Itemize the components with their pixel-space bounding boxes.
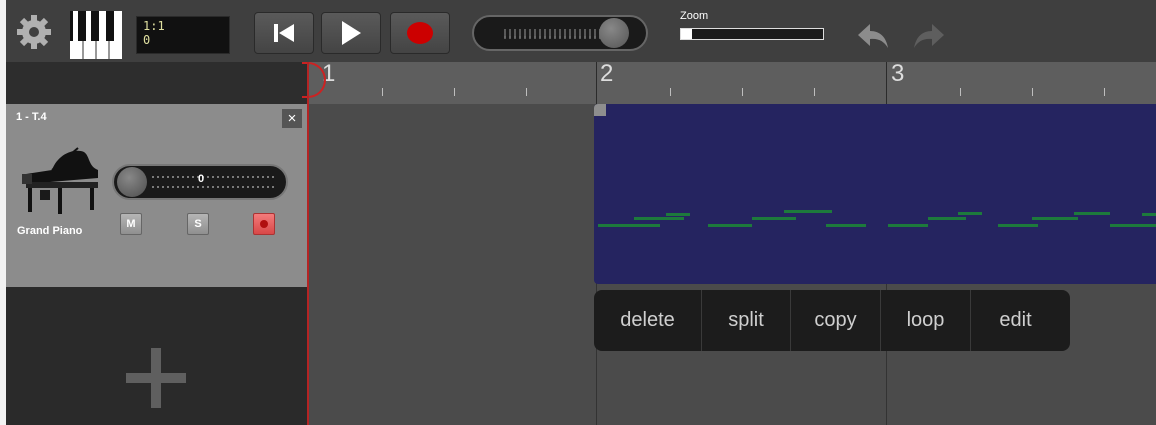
- skip-to-start-icon: [274, 24, 294, 42]
- tempo-slider[interactable]: [472, 15, 648, 51]
- solo-button[interactable]: S: [187, 213, 209, 235]
- region-handle[interactable]: [594, 104, 606, 116]
- track-title: 1 - T.4: [16, 111, 47, 123]
- position-bar-beat: 1:1: [143, 19, 165, 33]
- track-volume-value: 0: [198, 173, 205, 185]
- beat-tick: [1104, 88, 1105, 96]
- redo-icon[interactable]: [912, 22, 946, 50]
- playhead-line: [307, 62, 309, 425]
- bar-line: [886, 62, 887, 104]
- position-tick: 0: [143, 33, 151, 47]
- bar-line: [596, 62, 597, 104]
- midi-note: [666, 213, 690, 216]
- midi-note: [1032, 217, 1078, 220]
- midi-note: [826, 224, 866, 227]
- bar-number-3: 3: [891, 60, 905, 87]
- daw-app: 1:1 0 Zoom 1 2 3 1 - T.4 × Grand Piano 0…: [6, 0, 1156, 425]
- midi-note: [998, 224, 1038, 227]
- rewind-button[interactable]: [254, 12, 314, 54]
- midi-note: [888, 224, 928, 227]
- beat-tick: [742, 88, 743, 96]
- record-button[interactable]: [390, 12, 450, 54]
- midi-note: [598, 224, 660, 227]
- copy-menu-item[interactable]: copy: [790, 290, 880, 351]
- zoom-label: Zoom: [680, 10, 709, 22]
- track-volume-slider[interactable]: 0: [112, 164, 288, 200]
- plus-icon[interactable]: [126, 348, 186, 408]
- volume-slider-track: [152, 176, 276, 178]
- beat-tick: [960, 88, 961, 96]
- undo-icon[interactable]: [856, 22, 890, 50]
- play-button[interactable]: [321, 12, 381, 54]
- volume-slider-track-lower: [152, 186, 276, 188]
- bar-number-2: 2: [600, 60, 614, 87]
- edit-menu-item[interactable]: edit: [970, 290, 1060, 351]
- beat-tick: [814, 88, 815, 96]
- gear-icon[interactable]: [16, 14, 52, 50]
- zoom-slider-fill: [681, 29, 693, 39]
- record-arm-button[interactable]: [253, 213, 275, 235]
- context-menu-spacer: [1060, 290, 1070, 351]
- top-toolbar: 1:1 0 Zoom: [6, 0, 1156, 62]
- midi-note: [1142, 213, 1156, 216]
- timeline-ruler[interactable]: 1 2 3: [308, 60, 1156, 104]
- piano-keys-icon[interactable]: [70, 11, 122, 59]
- beat-tick: [382, 88, 383, 96]
- record-icon: [407, 22, 433, 44]
- beat-tick: [1032, 88, 1033, 96]
- zoom-slider[interactable]: [680, 28, 824, 40]
- ruler-spacer: [6, 62, 308, 104]
- close-track-button[interactable]: ×: [282, 109, 302, 128]
- grand-piano-icon: [22, 147, 98, 214]
- position-display: 1:1 0: [136, 16, 230, 54]
- midi-note: [634, 217, 684, 220]
- delete-menu-item[interactable]: delete: [594, 290, 701, 351]
- split-menu-item[interactable]: split: [701, 290, 790, 351]
- track-volume-knob[interactable]: [117, 167, 147, 197]
- track-header[interactable]: 1 - T.4 × Grand Piano 0 M S: [6, 104, 308, 287]
- midi-note: [708, 224, 752, 227]
- midi-region[interactable]: [594, 104, 1156, 284]
- midi-note: [1110, 224, 1156, 227]
- midi-note: [928, 217, 966, 220]
- tempo-slider-knob[interactable]: [599, 18, 629, 48]
- beat-tick: [454, 88, 455, 96]
- loop-menu-item[interactable]: loop: [880, 290, 970, 351]
- beat-tick: [526, 88, 527, 96]
- instrument-name: Grand Piano: [17, 225, 83, 237]
- beat-tick: [670, 88, 671, 96]
- mute-button[interactable]: M: [120, 213, 142, 235]
- midi-note: [784, 210, 832, 213]
- midi-note: [958, 212, 982, 215]
- midi-note: [1074, 212, 1110, 215]
- play-icon: [342, 21, 361, 45]
- region-context-menu: delete split copy loop edit: [594, 290, 1070, 351]
- add-track-area: [6, 287, 308, 425]
- tempo-slider-track-lower: [504, 36, 614, 38]
- midi-note: [752, 217, 796, 220]
- record-arm-icon: [260, 220, 268, 228]
